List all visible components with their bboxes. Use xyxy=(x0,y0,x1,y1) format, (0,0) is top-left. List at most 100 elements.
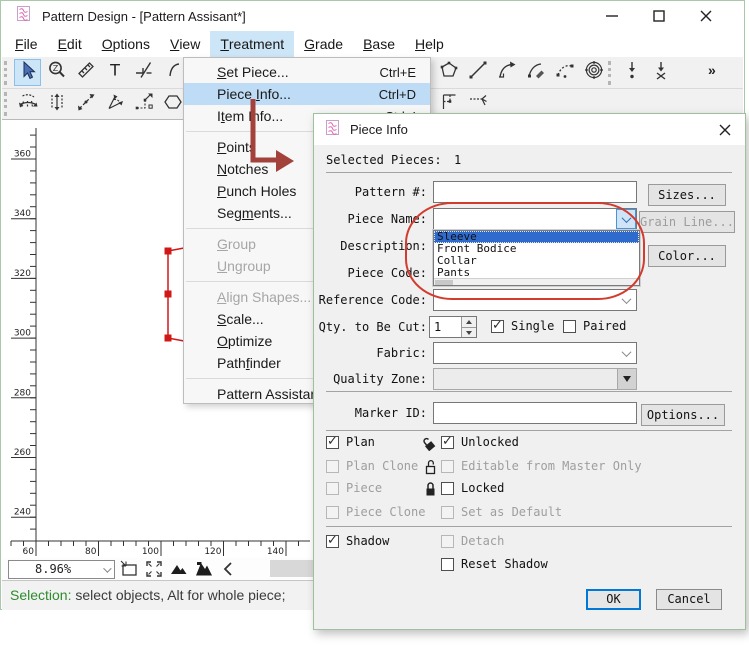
combo-dropdown-button xyxy=(617,369,636,389)
editable-from-master-only-checkbox xyxy=(441,460,454,473)
dialog-close-button[interactable] xyxy=(711,119,739,141)
qty-value: 1 xyxy=(434,319,441,336)
collapse-panel-button[interactable] xyxy=(218,560,240,578)
menubar-item-treatment[interactable]: Treatment xyxy=(210,31,294,57)
menu-item-piece-info[interactable]: Piece Info...Ctrl+D xyxy=(184,83,430,105)
dart-transfer-tool-button[interactable] xyxy=(72,91,99,118)
detach-label: Detach xyxy=(461,534,504,549)
svg-text:80: 80 xyxy=(85,547,97,557)
select-tool-icon xyxy=(18,60,38,85)
selected-piece-outline[interactable] xyxy=(165,248,185,342)
hexagon-tool-button[interactable] xyxy=(159,91,186,118)
zoom-tool-button[interactable]: Z xyxy=(43,59,70,86)
svg-text:T: T xyxy=(109,61,120,80)
fabric-combo[interactable] xyxy=(433,342,637,364)
svg-text:120: 120 xyxy=(204,547,221,557)
fit-region-button[interactable] xyxy=(118,560,140,578)
text-tool-button[interactable]: T xyxy=(101,59,128,86)
combo-dropdown-button[interactable] xyxy=(616,290,636,310)
paired-checkbox[interactable] xyxy=(563,320,576,333)
divider xyxy=(326,172,732,173)
piece-name-combo[interactable] xyxy=(433,208,637,230)
reset-shadow-checkbox[interactable] xyxy=(441,558,454,571)
target-tool-button[interactable] xyxy=(580,59,607,86)
toolbar-gripper[interactable] xyxy=(4,92,10,116)
zoom-level-value: 8.96% xyxy=(35,562,71,576)
curve-partial-tool-button[interactable] xyxy=(159,59,186,86)
close-button[interactable] xyxy=(691,5,721,27)
minimize-button[interactable] xyxy=(597,5,627,27)
qty-stepper[interactable]: 1 xyxy=(429,316,477,338)
detach-checkbox xyxy=(441,535,454,548)
piece-checkbox xyxy=(326,482,339,495)
toolbar-overflow-button[interactable]: » xyxy=(708,62,716,78)
cancel-button[interactable]: Cancel xyxy=(656,589,722,610)
svg-text:360: 360 xyxy=(14,150,31,160)
drop-point-tool-button[interactable] xyxy=(618,59,645,86)
chevron-down-icon xyxy=(621,213,631,223)
toolbar-gripper[interactable] xyxy=(4,61,10,85)
curve-arrow-tool-button[interactable] xyxy=(493,59,520,86)
combo-dropdown-button[interactable] xyxy=(616,343,636,363)
select-tool-button[interactable] xyxy=(14,59,41,86)
arc-spread-tool-button[interactable] xyxy=(101,91,128,118)
menubar-item-edit[interactable]: Edit xyxy=(48,31,92,57)
menubar-item-help[interactable]: Help xyxy=(405,31,454,57)
svg-text:340: 340 xyxy=(14,209,31,219)
measure-tool-button[interactable] xyxy=(72,59,99,86)
hexagon-tool-icon xyxy=(163,92,183,117)
pen-curve-tool-icon xyxy=(526,60,546,85)
svg-text:300: 300 xyxy=(14,329,31,339)
parallel-move-tool-button[interactable] xyxy=(43,91,70,118)
pattern-number-input[interactable] xyxy=(433,181,637,203)
locked-label: Locked xyxy=(461,481,504,496)
marker-id-input[interactable] xyxy=(433,402,637,424)
ok-button[interactable]: OK xyxy=(586,589,641,610)
sizes-button[interactable]: Sizes... xyxy=(648,184,726,206)
measure-tool-icon xyxy=(76,60,96,85)
combo-dropdown-button[interactable] xyxy=(616,209,636,229)
menubar-item-base[interactable]: Base xyxy=(353,31,405,57)
zoom-level-combo[interactable]: 8.96% xyxy=(8,560,115,579)
svg-text:Z: Z xyxy=(52,64,58,73)
menubar-item-grade[interactable]: Grade xyxy=(294,31,353,57)
qty-down-button[interactable] xyxy=(462,327,476,337)
menubar-item-file[interactable]: File xyxy=(5,31,48,57)
menu-item-set-piece[interactable]: Set Piece...Ctrl+E xyxy=(184,61,430,83)
unlocked-checkbox[interactable] xyxy=(441,436,454,449)
line-tool-button[interactable] xyxy=(464,59,491,86)
fit-screen-button[interactable] xyxy=(143,560,165,578)
reference-code-combo[interactable] xyxy=(433,289,637,311)
menubar-item-options[interactable]: Options xyxy=(92,31,160,57)
triangle-down-icon xyxy=(623,376,631,382)
toolbar-gripper[interactable] xyxy=(608,61,614,85)
horizontal-scrollbar[interactable] xyxy=(270,560,314,577)
status-hint-text: select objects, Alt for whole piece; xyxy=(71,587,285,603)
chevron-down-icon xyxy=(103,564,111,572)
qty-up-button[interactable] xyxy=(462,317,476,327)
single-checkbox[interactable] xyxy=(491,320,504,333)
menubar-item-view[interactable]: View xyxy=(160,31,210,57)
dashed-curve-tool-button[interactable] xyxy=(551,59,578,86)
plan-checkbox[interactable] xyxy=(326,436,339,449)
color-button[interactable]: Color... xyxy=(648,245,726,267)
unlocked-label: Unlocked xyxy=(461,435,519,450)
notch-corner-tool-button[interactable] xyxy=(130,59,157,86)
drop-notch-tool-button[interactable] xyxy=(647,59,674,86)
pen-curve-tool-button[interactable] xyxy=(522,59,549,86)
point-move-tool-button[interactable] xyxy=(130,91,157,118)
maximize-button[interactable] xyxy=(644,5,674,27)
shadow-checkbox[interactable] xyxy=(326,535,339,548)
svg-text:140: 140 xyxy=(267,547,284,557)
grain-line-button: Grain Line... xyxy=(639,211,735,233)
polygon-tool-button[interactable] xyxy=(435,59,462,86)
dropdown-scrollbar[interactable] xyxy=(434,278,639,285)
options-button[interactable]: Options... xyxy=(641,404,725,426)
locked-checkbox[interactable] xyxy=(441,482,454,495)
seam-adjust-tool-button[interactable] xyxy=(14,91,41,118)
zoom-preview-large-button[interactable] xyxy=(193,560,215,578)
zoom-tool-icon: Z xyxy=(47,60,67,85)
qty-to-cut-label: Qty. to Be Cut: xyxy=(314,316,427,338)
piece-code-label: Piece Code: xyxy=(314,262,427,284)
zoom-preview-small-button[interactable] xyxy=(168,560,190,578)
